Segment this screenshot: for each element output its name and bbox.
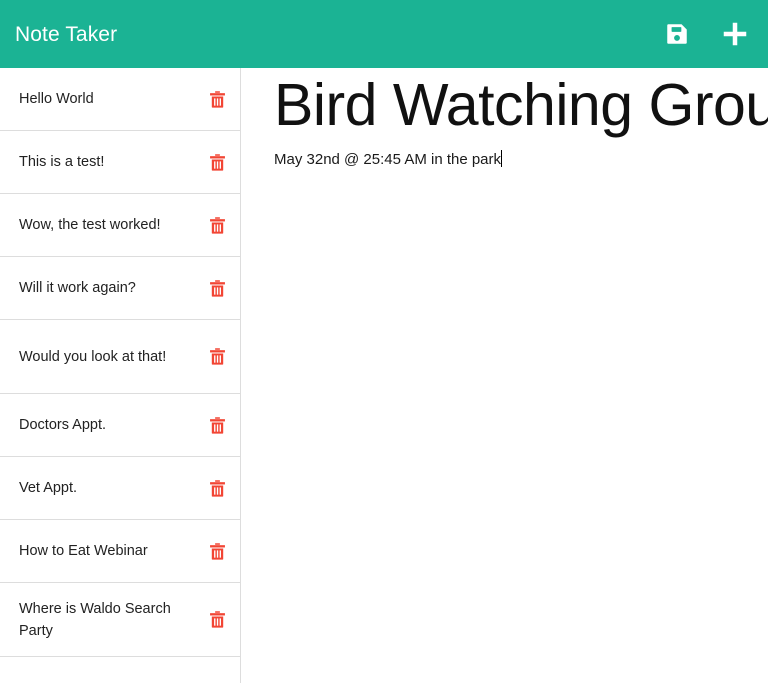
delete-note-button[interactable] [206, 88, 228, 110]
note-list: Hello World This is a test! Wow, the test … [0, 68, 240, 657]
note-list-item-title: Where is Waldo Search Party [19, 600, 171, 639]
new-note-button[interactable] [720, 19, 750, 49]
note-list-item[interactable]: Would you look at that! [0, 320, 240, 394]
note-list-item-title: Hello World [19, 91, 94, 107]
app-title: Note Taker [15, 22, 118, 46]
trash-icon [208, 216, 227, 235]
trash-icon [208, 610, 227, 629]
note-list-item[interactable]: How to Eat Webinar [0, 520, 240, 583]
header-actions [662, 19, 750, 49]
trash-icon [208, 279, 227, 298]
delete-note-button[interactable] [206, 214, 228, 236]
text-caret [501, 149, 503, 167]
note-list-item[interactable]: Wow, the test worked! [0, 194, 240, 257]
note-list-item[interactable]: Doctors Appt. [0, 394, 240, 457]
trash-icon [208, 153, 227, 172]
app-body: Hello World This is a test! Wow, the test … [0, 68, 768, 683]
trash-icon [208, 416, 227, 435]
note-list-sidebar: Hello World This is a test! Wow, the test … [0, 68, 241, 683]
note-list-item-title: Doctors Appt. [19, 417, 107, 433]
note-list-item-title: Wow, the test worked! [19, 217, 161, 233]
note-title-input[interactable]: Bird Watching Group [274, 73, 768, 138]
delete-note-button[interactable] [206, 151, 228, 173]
trash-icon [208, 90, 227, 109]
top-header-bar: Note Taker [0, 0, 768, 68]
note-list-item-title: This is a test! [19, 154, 105, 170]
note-body-input[interactable]: May 32nd @ 25:45 AM in the park [274, 151, 501, 168]
save-button[interactable] [662, 19, 692, 49]
note-list-item-title: Vet Appt. [19, 480, 78, 496]
delete-note-button[interactable] [206, 609, 228, 631]
save-floppy-icon [664, 21, 690, 47]
note-list-item[interactable]: Hello World [0, 68, 240, 131]
note-list-item[interactable]: Where is Waldo Search Party [0, 583, 240, 657]
delete-note-button[interactable] [206, 540, 228, 562]
trash-icon [208, 479, 227, 498]
note-taker-app: Note Taker Hello World This is a test! W… [0, 0, 768, 683]
note-list-item[interactable]: Vet Appt. [0, 457, 240, 520]
note-body-wrap: May 32nd @ 25:45 AM in the park [274, 149, 744, 170]
delete-note-button[interactable] [206, 477, 228, 499]
note-list-item-title: Will it work again? [19, 280, 136, 296]
note-list-item[interactable]: Will it work again? [0, 257, 240, 320]
trash-icon [208, 542, 227, 561]
note-editor-pane: Bird Watching Group May 32nd @ 25:45 AM … [241, 68, 768, 683]
note-list-item-title: Would you look at that! [19, 348, 167, 365]
delete-note-button[interactable] [206, 414, 228, 436]
delete-note-button[interactable] [206, 277, 228, 299]
note-list-item[interactable]: This is a test! [0, 131, 240, 194]
note-list-item-title: How to Eat Webinar [19, 543, 148, 559]
trash-icon [208, 347, 227, 366]
plus-icon [720, 19, 750, 49]
delete-note-button[interactable] [206, 346, 228, 368]
